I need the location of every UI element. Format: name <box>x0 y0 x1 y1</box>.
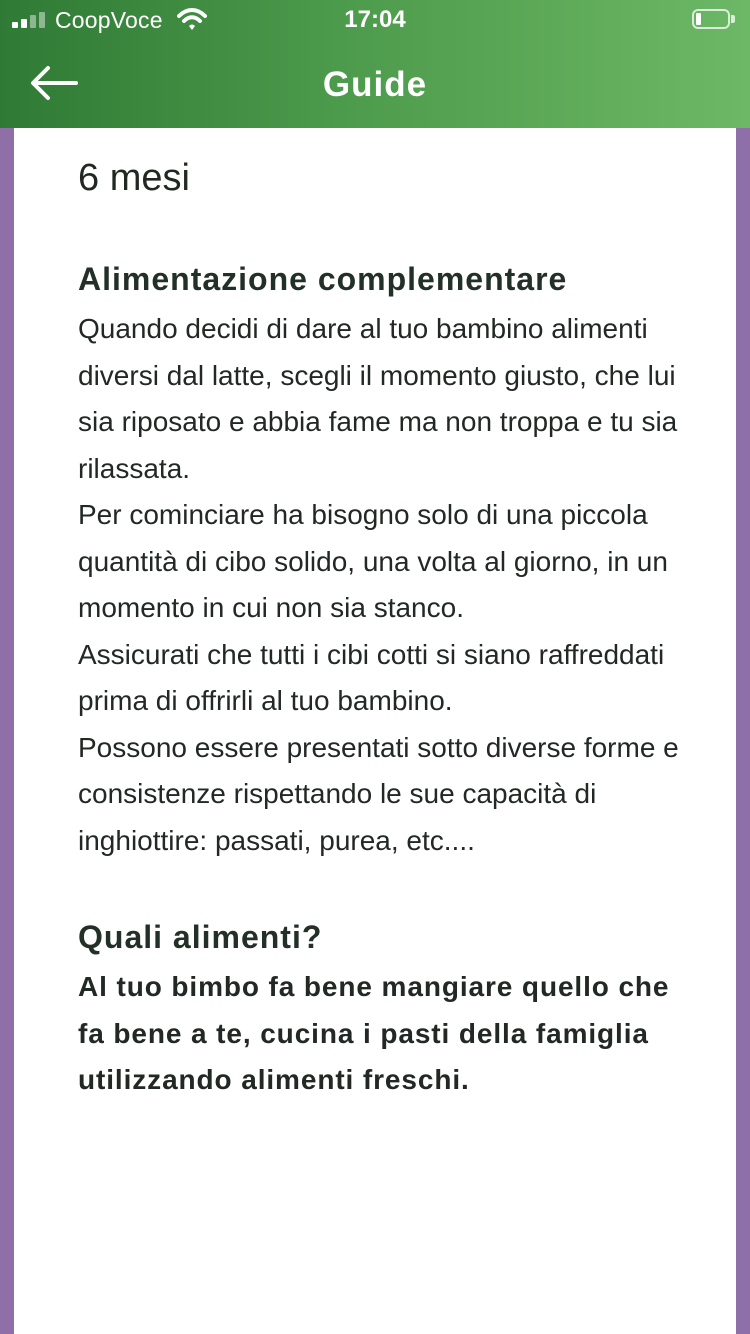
paragraph: Quando decidi di dare al tuo bambino ali… <box>78 313 678 484</box>
app-header: CoopVoce 17:04 Guide <box>0 0 750 128</box>
page-title: Guide <box>322 65 428 104</box>
status-time: 17:04 <box>344 6 406 33</box>
paragraph: Assicurati che tutti i cibi cotti si sia… <box>78 638 665 717</box>
section-heading: Alimentazione complementare <box>78 261 568 297</box>
battery-icon <box>692 9 736 31</box>
paragraph: Possono essere presentati sotto diverse … <box>78 731 679 856</box>
status-bar: CoopVoce 17:04 <box>0 0 750 40</box>
section-heading: Quali alimenti? <box>78 919 323 955</box>
guide-content: 6 mesi Alimentazione complementare Quand… <box>78 150 698 1104</box>
section-which-foods: Quali alimenti? Al tuo bimbo fa bene man… <box>78 916 698 1104</box>
section-complementary-feeding: Alimentazione complementare Quando decid… <box>78 258 698 864</box>
paragraph: Al tuo bimbo fa bene mangiare quello che… <box>78 971 670 1095</box>
paragraph: Per cominciare ha bisogno solo di una pi… <box>78 499 668 623</box>
guide-content-card: 6 mesi Alimentazione complementare Quand… <box>14 128 736 1334</box>
age-title: 6 mesi <box>78 157 190 199</box>
